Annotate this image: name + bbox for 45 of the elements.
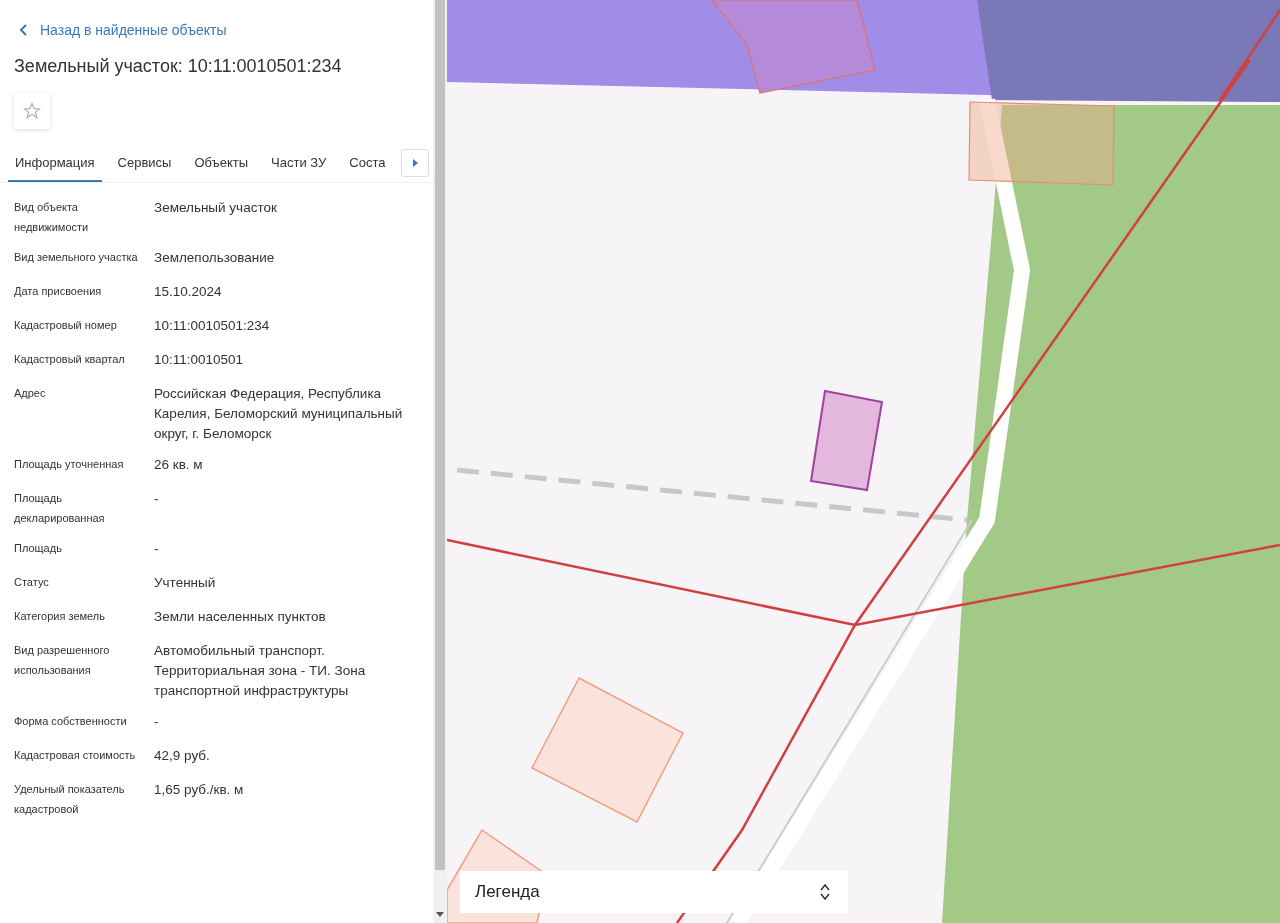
property-value: - (154, 540, 160, 558)
tab[interactable]: Объекты (187, 147, 256, 182)
property-label: Адрес (14, 386, 47, 401)
tab[interactable]: Информация (8, 147, 102, 182)
chevron-left-icon (20, 24, 28, 36)
legend-toggle[interactable]: Легенда (460, 871, 848, 913)
property-value: 15.10.2024 (154, 283, 223, 301)
property-value: 10:11:0010501:234 (154, 317, 271, 335)
property-label: Дата присвоения (14, 284, 103, 299)
property-value: Земли населенных пунктов (154, 608, 327, 626)
property-label: Удельный показатель кадастровой (14, 782, 126, 817)
property-value: Российская Федерация, Республика Карелия, Беломорский муниципальный округ, г. Беломорск (154, 385, 404, 443)
tab[interactable]: Соста (342, 147, 393, 182)
property-label: Площадь декларированная (14, 491, 106, 526)
property-value: - (154, 490, 160, 508)
property-label: Вид земельного участка (14, 250, 139, 265)
property-value: 26 кв. м (154, 456, 204, 474)
property-label: Категория земель (14, 609, 106, 624)
favorite-button[interactable] (14, 93, 50, 129)
property-value: - (154, 713, 160, 731)
property-value: Автомобильный транспорт. Территориальная зона - ТИ. Зона транспортной инфраструктуры (154, 642, 367, 700)
scrollbar[interactable] (433, 0, 447, 923)
property-value: 1,65 руб./кв. м (154, 781, 245, 799)
property-label: Вид объекта недвижимости (14, 200, 90, 235)
property-label: Площадь (14, 541, 63, 556)
scroll-down-icon (436, 912, 444, 917)
property-value: Учтенный (154, 574, 217, 592)
property-value: Земельный участок (154, 199, 278, 217)
property-label: Кадастровая стоимость (14, 748, 137, 763)
scroll-tabs-button[interactable] (401, 149, 429, 177)
property-label: Кадастровый номер (14, 318, 118, 333)
property-label: Статус (14, 575, 50, 590)
property-label: Вид разрешенного использования (14, 643, 111, 678)
property-value: Землепользование (154, 249, 276, 267)
property-value: 42,9 руб. (154, 747, 211, 765)
property-value: 10:11:0010501 (154, 351, 245, 369)
property-label: Форма собственности (14, 714, 128, 729)
back-link[interactable]: Назад в найденные объекты (14, 22, 419, 38)
tab[interactable]: Сервисы (110, 147, 179, 182)
map-drawing[interactable] (447, 0, 1280, 923)
tab[interactable]: Части ЗУ (264, 147, 334, 182)
property-label: Кадастровый квартал (14, 352, 126, 367)
caret-right-icon (412, 159, 418, 167)
page-title: Земельный участок: 10:11:0010501:234 (14, 56, 343, 77)
property-label: Площадь уточненная (14, 457, 125, 472)
